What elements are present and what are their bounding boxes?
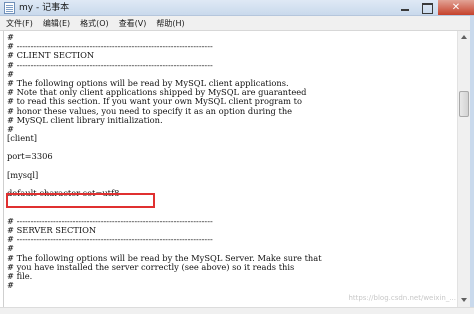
text-line: port=3306 bbox=[7, 151, 53, 162]
watermark: https://blog.csdn.net/weixin_... bbox=[348, 294, 456, 302]
text-line: # bbox=[7, 280, 14, 291]
scroll-thumb[interactable] bbox=[459, 91, 469, 117]
text-line bbox=[7, 143, 322, 152]
editor-lines: # # ------------------------------------… bbox=[7, 32, 322, 291]
window-border bbox=[470, 16, 474, 314]
window-title: my - 记事本 bbox=[19, 3, 70, 13]
title-bar[interactable]: my - 记事本 bbox=[0, 0, 474, 16]
menu-bar: 文件(F) 编辑(E) 格式(O) 查看(V) 帮助(H) bbox=[0, 16, 474, 31]
menu-view[interactable]: 查看(V) bbox=[114, 16, 152, 31]
window-controls bbox=[394, 0, 474, 15]
text-line: # you have installed the server correctl… bbox=[7, 261, 295, 272]
close-button[interactable] bbox=[438, 0, 474, 15]
menu-edit[interactable]: 编辑(E) bbox=[38, 16, 75, 31]
vertical-scrollbar[interactable] bbox=[457, 31, 470, 307]
text-line: # --------------------------------------… bbox=[7, 234, 213, 245]
text-line bbox=[7, 162, 322, 171]
red-highlight-box bbox=[6, 193, 155, 208]
menu-format[interactable]: 格式(O) bbox=[75, 16, 114, 31]
text-line: # --------------------------------------… bbox=[7, 59, 213, 70]
minimize-button[interactable] bbox=[394, 0, 416, 15]
notepad-icon bbox=[4, 2, 15, 14]
text-line: # file. bbox=[7, 270, 33, 281]
maximize-button[interactable] bbox=[416, 0, 438, 15]
text-line: [client] bbox=[7, 133, 38, 144]
text-editor[interactable]: # # ------------------------------------… bbox=[3, 31, 457, 307]
menu-file[interactable]: 文件(F) bbox=[0, 16, 38, 31]
notepad-window: my - 记事本 文件(F) 编辑(E) 格式(O) 查看(V) 帮助(H) #… bbox=[0, 0, 474, 314]
status-edge bbox=[0, 307, 474, 314]
text-line: # MySQL client library initialization. bbox=[7, 114, 163, 125]
text-line: [mysql] bbox=[7, 169, 39, 180]
text-line: # bbox=[7, 123, 14, 134]
menu-help[interactable]: 帮助(H) bbox=[151, 16, 189, 31]
